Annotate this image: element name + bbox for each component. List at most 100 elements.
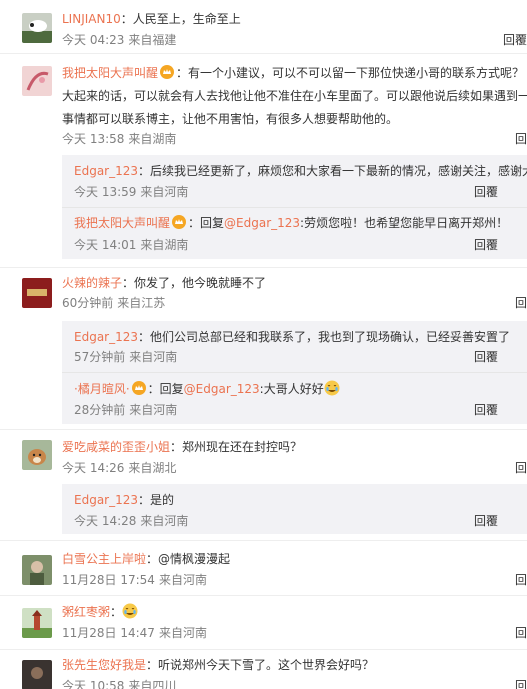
avatar-image <box>22 278 52 308</box>
comment-source: 来自湖北 <box>128 461 177 475</box>
reply-button[interactable]: 回 <box>515 676 527 689</box>
comment-item: 我把太阳大声叫醒 ：有一个小建议，可以不可以留一下那位快递小哥的联系方式呢？ 大起… <box>0 54 527 268</box>
reply-thread: Edgar_123：后续我已经更新了，麻烦您和大家看一下最新的情况，感谢关注，感… <box>62 155 527 259</box>
reply-button[interactable]: 回覆 <box>474 347 498 367</box>
comment-time: 11月28日 14:47 <box>62 626 155 640</box>
reply-body: :劳烦您啦！也希望您能早日离开郑州！ <box>300 216 509 230</box>
reply-meta: 今天 14:01 来自湖南 <box>74 235 188 255</box>
comment-meta: 今天 14:26 来自湖北 <box>62 458 176 478</box>
reply-meta: 28分钟前 来自河南 <box>74 400 177 420</box>
comment-user-link[interactable]: 张先生您好我是 <box>62 658 146 672</box>
comment-body: ： <box>110 605 123 619</box>
comment-meta: 今天 10:58 来自四川 <box>62 676 176 689</box>
comment-body: ：你发了，他今晚就睡不了 <box>122 276 267 290</box>
comment-user-link[interactable]: 粥红枣粥 <box>62 605 110 619</box>
comment-meta: 今天 04:23 来自福建 <box>62 30 176 50</box>
avatar[interactable] <box>22 66 52 96</box>
reply-user-link[interactable]: Edgar_123 <box>74 493 138 507</box>
comment-time: 今天 04:23 <box>62 33 125 47</box>
reply-text: ·橘月暄风· ：回复@Edgar_123:大哥人好好 <box>74 379 527 399</box>
comment-time: 今天 13:58 <box>62 132 125 146</box>
comment-time: 今天 14:26 <box>62 461 125 475</box>
comment-meta: 今天 13:58 来自湖南 <box>62 129 176 149</box>
comment-text: 张先生您好我是：听说郑州今天下雪了。这个世界会好吗？ <box>62 655 527 675</box>
reply-body: ：后续我已经更新了，麻烦您和大家看一下最新的情况，感谢关注，感谢大 <box>138 164 527 178</box>
reply-button[interactable]: 回覆 <box>474 511 498 531</box>
avatar[interactable] <box>22 13 52 43</box>
reply-user-link[interactable]: 我把太阳大声叫醒 <box>74 216 170 230</box>
comment-source: 来自江苏 <box>117 296 166 310</box>
comment-text: LINJIAN10：人民至上，生命至上 <box>62 9 527 29</box>
reply-user-link[interactable]: ·橘月暄风· <box>74 382 130 396</box>
reply-text: 我把太阳大声叫醒 ：回复@Edgar_123:劳烦您啦！也希望您能早日离开郑州！ <box>74 213 527 233</box>
comment-source: 来自福建 <box>128 33 177 47</box>
mention-link[interactable]: @Edgar_123 <box>184 382 260 396</box>
comment-user-link[interactable]: 爱吃咸菜的歪歪小姐 <box>62 440 170 454</box>
comment-item: 张先生您好我是：听说郑州今天下雪了。这个世界会好吗？ 今天 10:58 来自四川 … <box>0 650 527 689</box>
reply-text: Edgar_123：后续我已经更新了，麻烦您和大家看一下最新的情况，感谢关注，感… <box>74 161 527 181</box>
comment-item: 爱吃咸菜的歪歪小姐：郑州现在还在封控吗？ 今天 14:26 来自湖北 回 Edga… <box>0 430 527 541</box>
vip-crown-icon <box>160 65 175 79</box>
reply-prefix: ：回复 <box>147 382 184 396</box>
avatar-image <box>22 608 52 638</box>
avatar[interactable] <box>22 555 52 585</box>
reply-body: :大哥人好好 <box>259 382 324 396</box>
comment-feed: LINJIAN10：人民至上，生命至上 今天 04:23 来自福建 回覆 我把太阳… <box>0 0 527 689</box>
avatar[interactable] <box>22 608 52 638</box>
avatar[interactable] <box>22 278 52 308</box>
comment-source: 来自河南 <box>158 573 207 587</box>
comment-user-link[interactable]: 火辣的辣子 <box>62 276 122 290</box>
comment-source: 来自河南 <box>158 626 207 640</box>
reply-text: Edgar_123：他们公司总部已经和我联系了，我也到了现场确认，已经妥善安置了 <box>74 327 527 347</box>
comment-meta: 11月28日 14:47 来自河南 <box>62 623 207 643</box>
comment-item: 粥红枣粥： 11月28日 14:47 来自河南 回 <box>0 596 527 650</box>
reply-button[interactable]: 回 <box>515 129 527 149</box>
reply-button[interactable]: 回覆 <box>474 235 498 255</box>
reply-button[interactable]: 回覆 <box>474 400 498 420</box>
reply-item: Edgar_123：他们公司总部已经和我联系了，我也到了现场确认，已经妥善安置了… <box>62 321 527 373</box>
reply-button[interactable]: 回 <box>515 623 527 643</box>
comment-user-link[interactable]: LINJIAN10 <box>62 12 121 26</box>
reply-button[interactable]: 回 <box>515 570 527 590</box>
mention-link[interactable]: @Edgar_123 <box>224 216 300 230</box>
reply-user-link[interactable]: Edgar_123 <box>74 330 138 344</box>
comment-text: 爱吃咸菜的歪歪小姐：郑州现在还在封控吗？ <box>62 437 527 457</box>
reply-item: Edgar_123：是的 今天 14:28 来自河南 回覆 <box>62 484 527 534</box>
comment-text: 火辣的辣子：你发了，他今晚就睡不了 <box>62 273 527 293</box>
reply-time: 28分钟前 <box>74 403 126 417</box>
reply-button[interactable]: 回覆 <box>474 182 498 202</box>
reply-time: 今天 13:59 <box>74 185 137 199</box>
reply-button[interactable]: 回 <box>515 293 527 313</box>
comment-user-link[interactable]: 我把太阳大声叫醒 <box>62 66 158 80</box>
crying-laughing-emoji-icon <box>324 380 340 396</box>
reply-button[interactable]: 回 <box>515 458 527 478</box>
comment-time: 60分钟前 <box>62 296 114 310</box>
comment-time: 今天 10:58 <box>62 679 125 689</box>
reply-time: 今天 14:01 <box>74 238 137 252</box>
avatar[interactable] <box>22 660 52 689</box>
comment-user-link[interactable]: 白雪公主上岸啦 <box>62 552 146 566</box>
reply-item: ·橘月暄风· ：回复@Edgar_123:大哥人好好 28分钟前 来自河南 回覆 <box>62 373 527 424</box>
avatar[interactable] <box>22 440 52 470</box>
comment-body: ：人民至上，生命至上 <box>120 12 241 26</box>
comment-source: 来自湖南 <box>128 132 177 146</box>
comment-text: 白雪公主上岸啦：@情枫漫漫起 <box>62 549 527 569</box>
reply-time: 今天 14:28 <box>74 514 137 528</box>
reply-item: Edgar_123：后续我已经更新了，麻烦您和大家看一下最新的情况，感谢关注，感… <box>62 155 527 208</box>
comment-text: 粥红枣粥： <box>62 602 527 622</box>
comment-source: 来自四川 <box>128 679 177 689</box>
reply-time: 57分钟前 <box>74 350 126 364</box>
avatar-image <box>22 13 52 43</box>
vip-crown-icon <box>172 215 187 229</box>
avatar-image <box>22 440 52 470</box>
reply-user-link[interactable]: Edgar_123 <box>74 164 138 178</box>
comment-body: ：听说郑州今天下雪了。这个世界会好吗？ <box>146 658 375 672</box>
comment-time: 11月28日 17:54 <box>62 573 155 587</box>
reply-button[interactable]: 回覆 <box>503 30 527 50</box>
comment-meta: 11月28日 17:54 来自河南 <box>62 570 207 590</box>
reply-source: 来自河南 <box>129 350 178 364</box>
comment-item: 火辣的辣子：你发了，他今晚就睡不了 60分钟前 来自江苏 回 Edgar_123：… <box>0 268 527 430</box>
reply-source: 来自湖南 <box>140 238 189 252</box>
reply-meta: 57分钟前 来自河南 <box>74 347 177 367</box>
reply-source: 来自河南 <box>129 403 178 417</box>
